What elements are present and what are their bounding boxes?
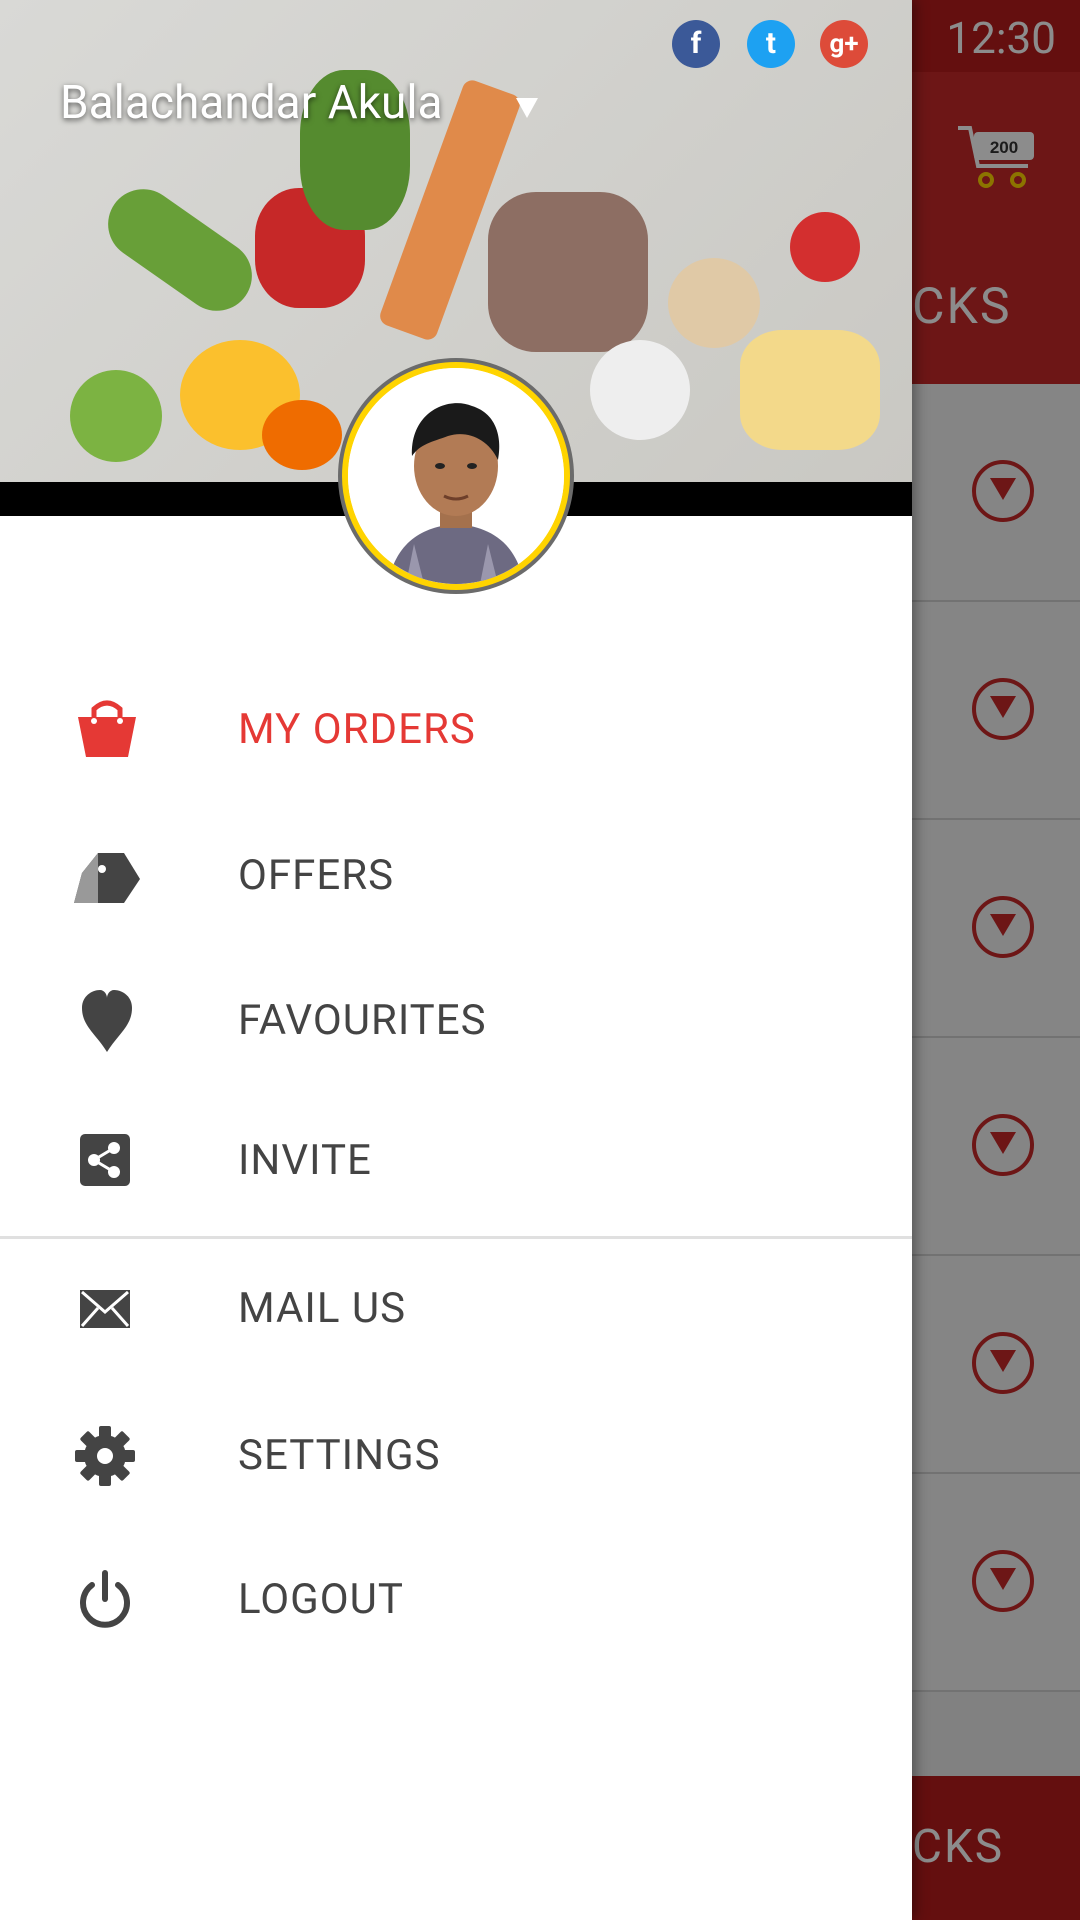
menu-item-label: FAVOURITES — [238, 996, 487, 1045]
menu-item-label: LOGOUT — [238, 1575, 404, 1624]
egg-decoration — [668, 258, 760, 348]
menu-item-invite[interactable]: INVITE — [0, 1106, 912, 1216]
avatar[interactable] — [338, 358, 574, 594]
heart-icon — [82, 990, 132, 1052]
menu-item-offers[interactable]: OFFERS — [0, 821, 912, 931]
navigation-drawer: f t g+ Balachandar Akula MY ORDERS OFFER… — [0, 0, 912, 1920]
menu-item-label: MAIL US — [238, 1284, 407, 1333]
pasta-decoration — [740, 330, 880, 450]
menu-item-mail-us[interactable]: MAIL US — [0, 1254, 912, 1364]
menu-divider — [0, 1236, 912, 1239]
account-dropdown-icon[interactable] — [516, 98, 538, 118]
tomato-decoration — [790, 212, 860, 282]
share-icon — [80, 1134, 130, 1186]
menu-item-label: OFFERS — [238, 851, 395, 900]
menu-item-logout[interactable]: LOGOUT — [0, 1545, 912, 1655]
bread-decoration — [488, 192, 648, 352]
avatar-image — [342, 362, 570, 590]
shopping-bag-icon — [78, 700, 136, 757]
lime-decoration — [70, 370, 162, 462]
power-icon — [80, 1570, 130, 1628]
menu-item-settings[interactable]: SETTINGS — [0, 1401, 912, 1511]
tag-icon — [74, 853, 140, 903]
mail-icon — [80, 1290, 130, 1328]
cucumber-decoration — [94, 175, 266, 325]
gear-icon — [75, 1426, 135, 1486]
menu-item-label: MY ORDERS — [238, 705, 476, 754]
menu-item-favourites[interactable]: FAVOURITES — [0, 966, 912, 1076]
menu-item-my-orders[interactable]: MY ORDERS — [0, 675, 912, 785]
google-plus-icon[interactable]: g+ — [820, 20, 868, 68]
facebook-icon[interactable]: f — [672, 20, 720, 68]
orange-decoration — [262, 400, 342, 470]
garlic-decoration — [590, 340, 690, 440]
menu-item-label: SETTINGS — [238, 1431, 441, 1480]
twitter-icon[interactable]: t — [747, 20, 795, 68]
menu-item-label: INVITE — [238, 1136, 372, 1185]
user-name[interactable]: Balachandar Akula — [60, 76, 443, 130]
